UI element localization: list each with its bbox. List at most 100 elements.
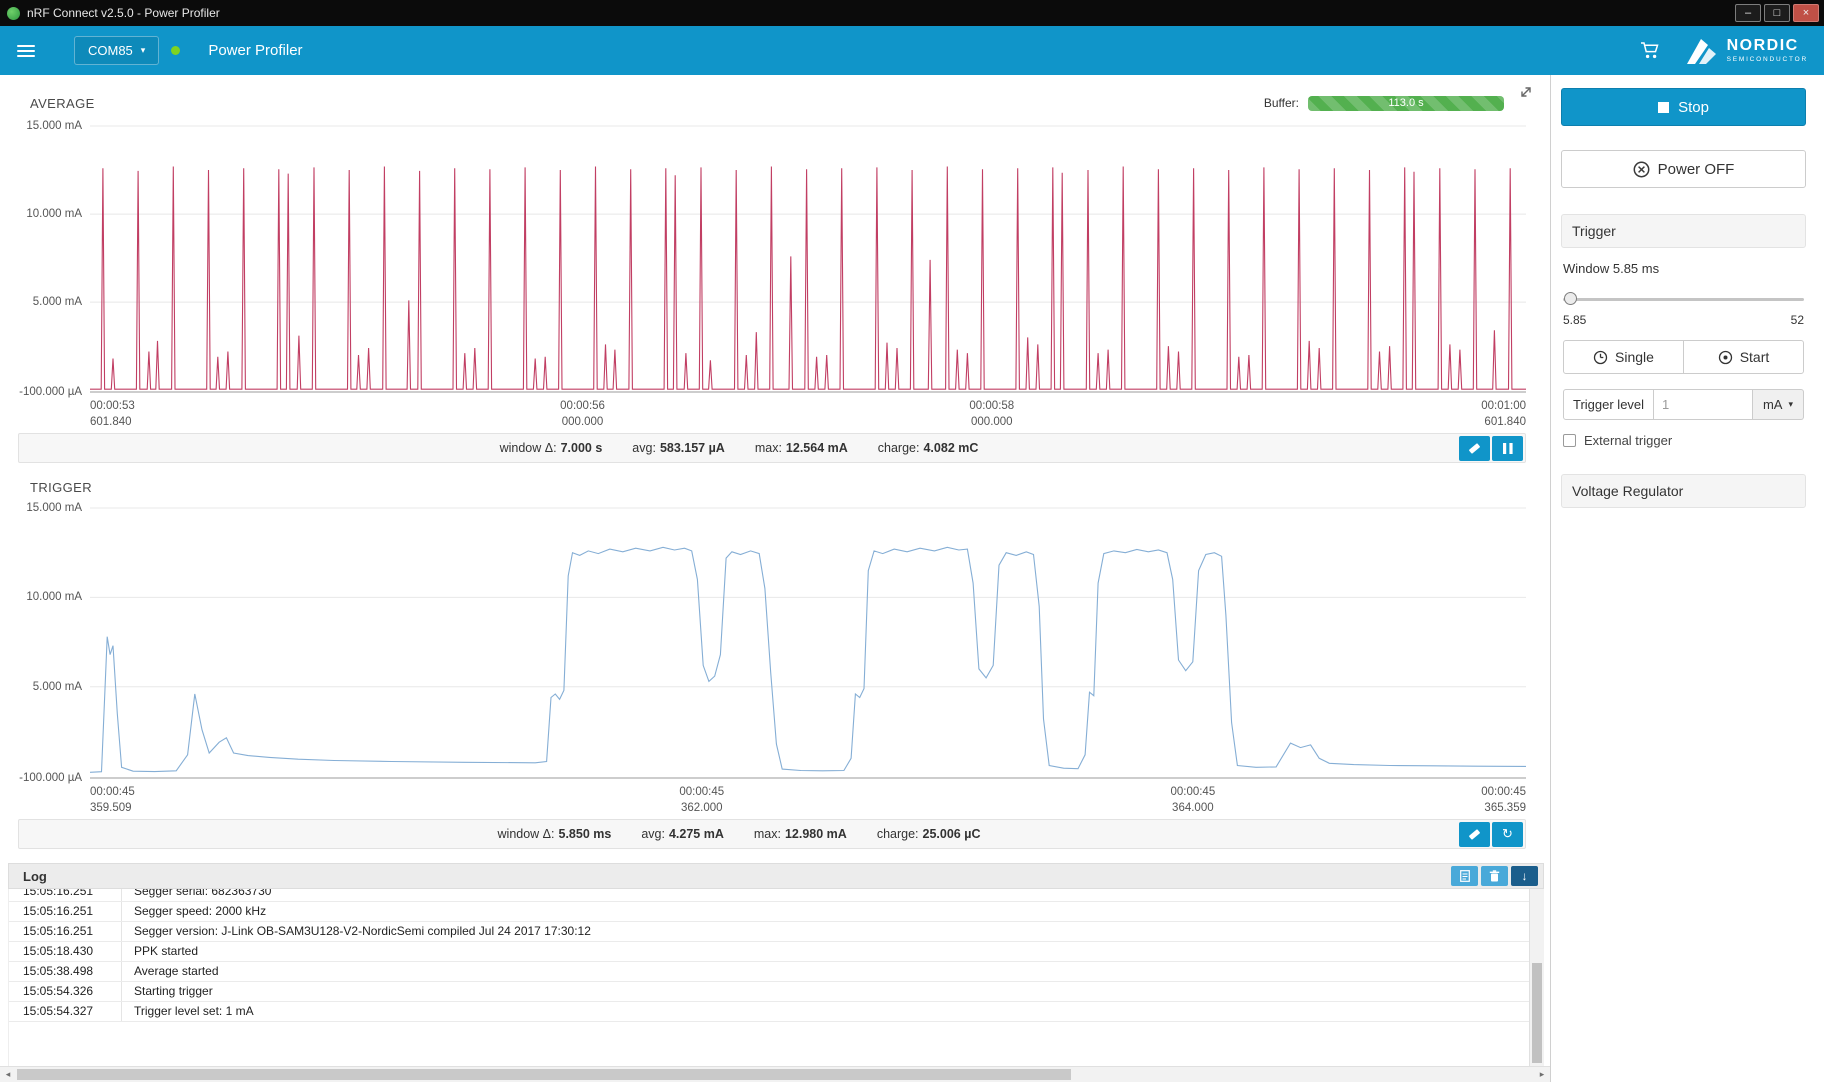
horizontal-scrollbar-thumb[interactable] <box>17 1069 1071 1080</box>
clear-log-button[interactable] <box>1481 866 1508 886</box>
log-header: Log <box>8 863 1544 889</box>
y-tick-label: -100.000 µA <box>19 772 82 784</box>
average-chart-block: 15.000 mA10.000 mA5.000 mA-100.000 µA 00… <box>18 125 1526 463</box>
slider-thumb[interactable] <box>1564 292 1577 305</box>
control-sidebar: Stop Power OFF Trigger Window 5.85 ms <box>1550 75 1824 1082</box>
trigger-level-input[interactable] <box>1654 389 1753 420</box>
buffer-progressbar: 113.0 s <box>1308 96 1504 111</box>
buffer-indicator: Buffer: 113.0 s <box>1264 96 1504 111</box>
trigger-chart-plot[interactable] <box>90 507 1526 779</box>
x-tick-label: 00:01:00601.840 <box>1481 398 1526 430</box>
chevron-down-icon: ▾ <box>141 45 146 56</box>
power-off-button[interactable]: Power OFF <box>1561 150 1806 188</box>
chevron-down-icon: ▾ <box>1788 399 1793 410</box>
stat-charge: charge:25.006 µC <box>877 827 981 841</box>
trigger-level-group: Trigger level mA ▾ <box>1563 389 1804 420</box>
y-tick-label: 15.000 mA <box>26 502 82 514</box>
maximize-button[interactable]: □ <box>1764 4 1790 22</box>
open-logfile-button[interactable] <box>1451 866 1478 886</box>
y-tick-label: 15.000 mA <box>26 120 82 132</box>
hamburger-icon <box>17 45 35 47</box>
reset-trigger-button[interactable]: ↻ <box>1492 822 1523 847</box>
log-message: Segger serial: 682363730 <box>121 889 1529 901</box>
log-row: 15:05:38.498Average started <box>9 962 1529 982</box>
log-message: Segger version: J-Link OB-SAM3U128-V2-No… <box>121 922 1529 941</box>
app-icon <box>7 7 20 20</box>
pause-average-button[interactable] <box>1492 436 1523 461</box>
horizontal-scrollbar[interactable]: ◂ ▸ <box>0 1066 1550 1082</box>
log-body: 15:05:16.251Segger serial: 68236373015:0… <box>8 889 1544 1066</box>
menu-button[interactable] <box>0 26 52 75</box>
single-trigger-button[interactable]: Single <box>1563 340 1684 374</box>
start-trigger-button[interactable]: Start <box>1683 340 1804 374</box>
scroll-right-arrow[interactable]: ▸ <box>1534 1067 1550 1082</box>
slider-min-label: 5.85 <box>1563 313 1586 327</box>
log-message: PPK started <box>121 942 1529 961</box>
log-timestamp: 15:05:16.251 <box>9 922 121 941</box>
nordic-logo-icon <box>1686 37 1718 65</box>
external-trigger-checkbox[interactable] <box>1563 434 1576 447</box>
stat-max: max:12.564 mA <box>755 441 848 455</box>
main-panel: AVERAGE Buffer: 113.0 s 15.000 mA10.000 … <box>0 75 1550 1082</box>
device-selector[interactable]: COM85 ▾ <box>74 36 159 65</box>
close-button[interactable]: × <box>1793 4 1819 22</box>
average-chart-plot[interactable] <box>90 125 1526 393</box>
x-tick-label: 00:00:53601.840 <box>90 398 135 430</box>
log-message: Trigger level set: 1 mA <box>121 1002 1529 1021</box>
eraser-icon <box>1467 828 1482 841</box>
log-panel: Log <box>8 863 1544 1066</box>
x-tick-label: 00:00:45359.509 <box>90 784 135 816</box>
slider-track[interactable] <box>1563 298 1804 301</box>
log-scrollbar-thumb[interactable] <box>1532 963 1542 1063</box>
stat-window: window Δ:5.850 ms <box>498 827 612 841</box>
scroll-left-arrow[interactable]: ◂ <box>0 1067 16 1082</box>
log-row: 15:05:16.251Segger speed: 2000 kHz <box>9 902 1529 922</box>
log-row: 15:05:54.326Starting trigger <box>9 982 1529 1002</box>
log-row: 15:05:16.251Segger serial: 682363730 <box>9 889 1529 902</box>
app-header: COM85 ▾ Power Profiler NORDIC SEMICONDUC… <box>0 26 1824 75</box>
app-window: nRF Connect v2.5.0 - Power Profiler – □ … <box>0 0 1824 1082</box>
x-tick-label: 00:00:56000.000 <box>560 398 605 430</box>
trigger-x-axis: 00:00:45359.50900:00:45362.00000:00:4536… <box>90 779 1526 815</box>
voltage-regulator-panel-header[interactable]: Voltage Regulator <box>1561 474 1806 508</box>
slider-max-label: 52 <box>1791 313 1804 327</box>
minimize-button[interactable]: – <box>1735 4 1761 22</box>
window-controls: – □ × <box>1735 4 1819 22</box>
cart-button[interactable] <box>1640 41 1660 60</box>
page-title: Power Profiler <box>208 42 302 59</box>
stop-icon <box>1658 102 1669 113</box>
trigger-window-label: Window 5.85 ms <box>1563 261 1804 276</box>
device-status-dot <box>171 46 180 55</box>
nordic-logo: NORDIC SEMICONDUCTOR <box>1686 37 1808 65</box>
trash-icon <box>1489 870 1500 882</box>
trigger-stats-bar: window Δ:5.850 msavg:4.275 mAmax:12.980 … <box>18 819 1526 849</box>
file-icon <box>1460 870 1470 882</box>
average-y-axis: 15.000 mA10.000 mA5.000 mA-100.000 µA <box>18 125 90 393</box>
trigger-unit-dropdown[interactable]: mA ▾ <box>1753 389 1804 420</box>
buffer-label: Buffer: <box>1264 96 1299 110</box>
y-tick-label: 10.000 mA <box>26 208 82 220</box>
trigger-window-slider[interactable] <box>1563 292 1804 306</box>
brand-subtitle: SEMICONDUCTOR <box>1727 57 1808 64</box>
clear-average-button[interactable] <box>1459 436 1490 461</box>
device-selector-label: COM85 <box>88 43 133 58</box>
stat-window: window Δ:7.000 s <box>500 441 603 455</box>
log-vertical-scrollbar[interactable] <box>1529 889 1544 1066</box>
log-timestamp: 15:05:16.251 <box>9 902 121 921</box>
stop-button[interactable]: Stop <box>1561 88 1806 126</box>
average-x-axis: 00:00:53601.84000:00:56000.00000:00:5800… <box>90 393 1526 429</box>
fullscreen-expand-button[interactable] <box>1518 81 1540 103</box>
log-timestamp: 15:05:16.251 <box>9 889 121 901</box>
stat-avg: avg:583.157 µA <box>632 441 725 455</box>
window-title: nRF Connect v2.5.0 - Power Profiler <box>27 6 220 20</box>
buffer-progress-fill: 113.0 s <box>1308 96 1504 111</box>
trigger-panel-header[interactable]: Trigger <box>1561 214 1806 248</box>
clear-trigger-button[interactable] <box>1459 822 1490 847</box>
target-icon <box>1718 350 1733 365</box>
autoscroll-button[interactable]: ↓ <box>1511 866 1538 886</box>
y-tick-label: -100.000 µA <box>19 386 82 398</box>
external-trigger-label: External trigger <box>1584 433 1672 448</box>
y-tick-label: 5.000 mA <box>33 296 82 308</box>
stat-charge: charge:4.082 mC <box>878 441 979 455</box>
x-tick-label: 00:00:45364.000 <box>1170 784 1215 816</box>
